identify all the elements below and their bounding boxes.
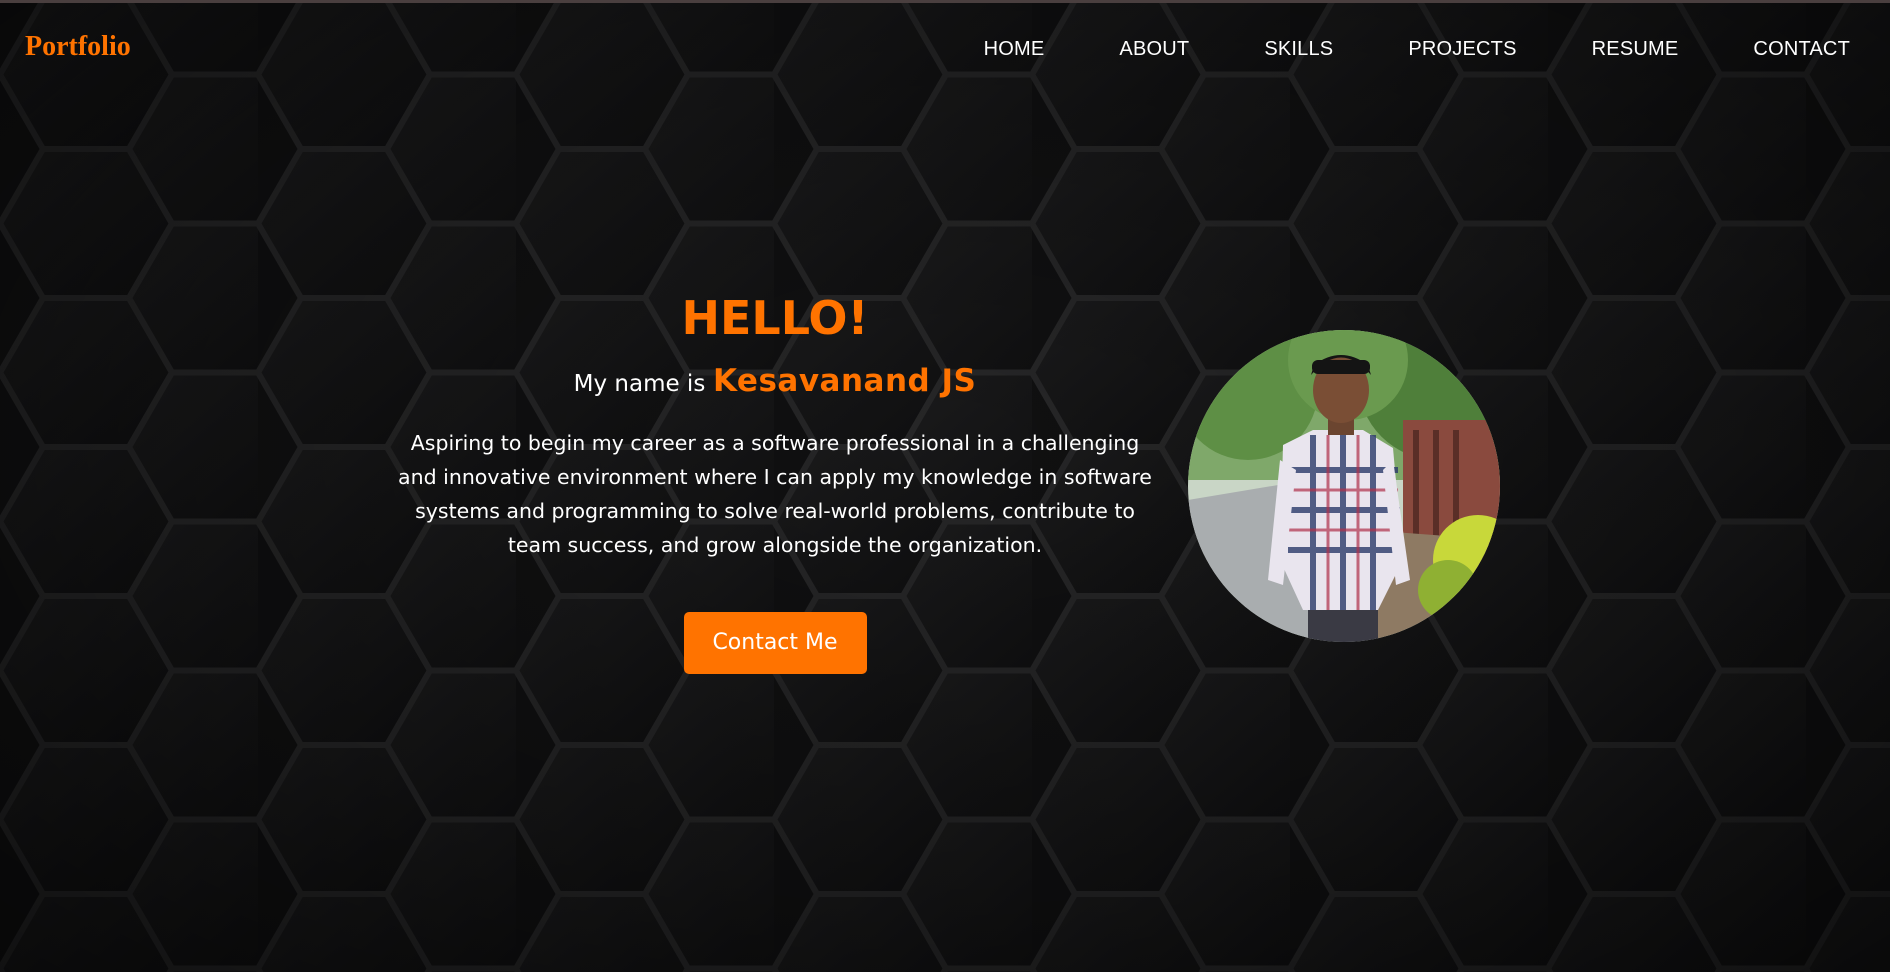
person-name: Kesavanand JS — [712, 363, 977, 399]
name-prefix: My name is — [573, 371, 706, 397]
name-line: My name is Kesavanand JS — [395, 361, 1155, 404]
greeting-heading: HELLO! — [681, 291, 869, 345]
profile-photo — [1188, 330, 1500, 642]
contact-me-button[interactable]: Contact Me — [683, 612, 867, 674]
hero-text: HELLO! My name is Kesavanand JS Aspiring… — [395, 285, 1155, 674]
bio-paragraph: Aspiring to begin my career as a softwar… — [398, 431, 1152, 557]
hero-section: HELLO! My name is Kesavanand JS Aspiring… — [0, 0, 1890, 972]
window-top-strip — [0, 0, 1890, 3]
